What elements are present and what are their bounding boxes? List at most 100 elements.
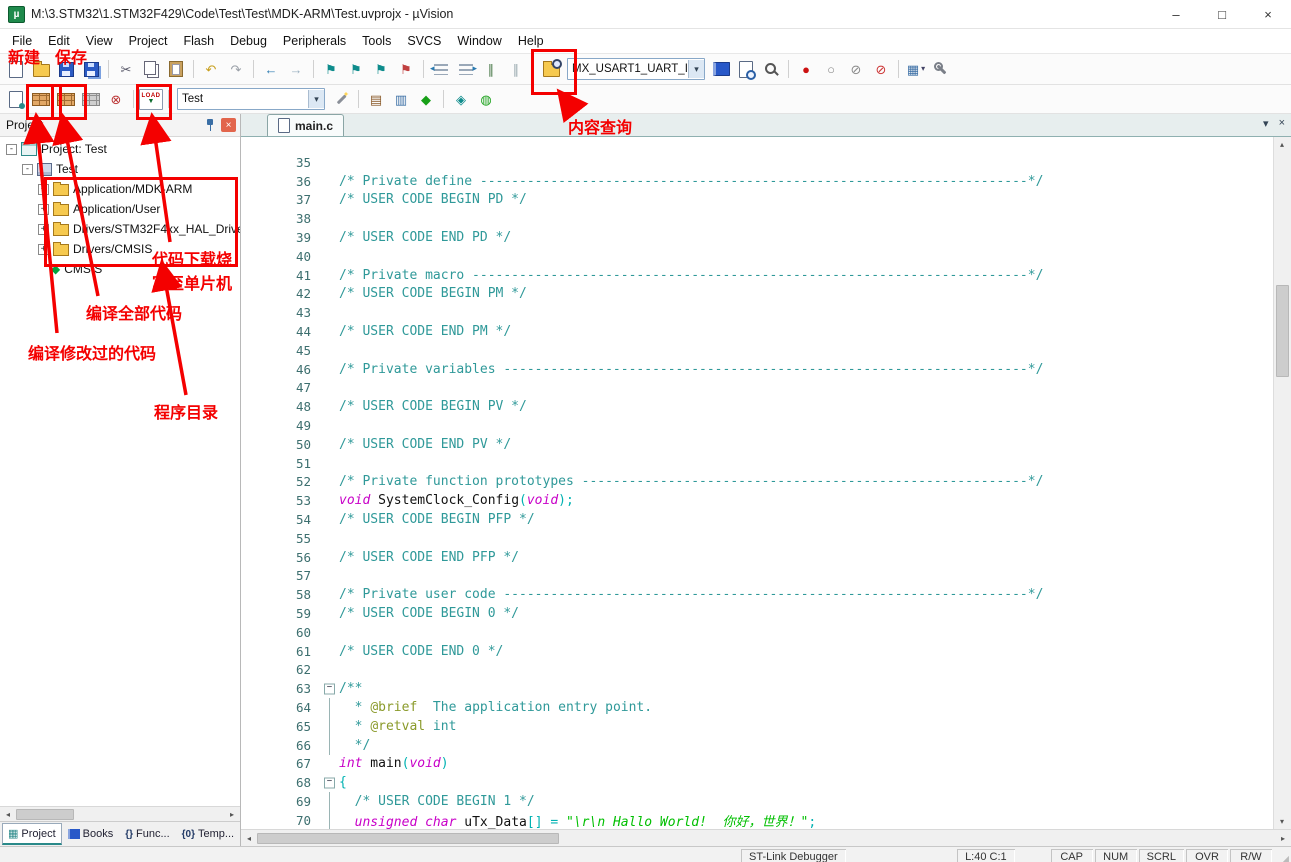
options-for-target-icon[interactable] (329, 87, 353, 111)
browse-symbols-icon[interactable] (709, 57, 733, 81)
menu-view[interactable]: View (78, 31, 121, 51)
unindent-icon[interactable] (429, 57, 453, 81)
save-all-icon[interactable] (79, 57, 103, 81)
target-select[interactable]: Test ▾ (177, 88, 325, 110)
vscroll-thumb[interactable] (1276, 285, 1289, 377)
tree-row-application-user[interactable]: + Application/User (0, 199, 240, 219)
hscroll-thumb[interactable] (16, 808, 74, 820)
menu-project[interactable]: Project (121, 31, 176, 51)
manage-rte-icon[interactable]: ◆ (414, 87, 438, 111)
translate-file-icon[interactable] (4, 87, 28, 111)
editor-vscrollbar[interactable]: ▴ ▾ (1273, 137, 1291, 829)
tree-expander-icon[interactable]: + (38, 243, 49, 255)
cut-icon[interactable]: ✂ (114, 57, 138, 81)
editor-hscrollbar[interactable]: ◂ ▸ (241, 829, 1291, 846)
find-in-page-icon[interactable] (734, 57, 758, 81)
code-area[interactable]: 35 36 /* Private define ------------------… (241, 137, 1291, 829)
kill-all-breakpoints-icon[interactable]: ⊘ (869, 57, 893, 81)
minimize-button[interactable]: – (1153, 0, 1199, 28)
scroll-right-icon[interactable]: ▸ (1275, 830, 1291, 846)
hscroll-thumb[interactable] (257, 832, 559, 844)
tree-row-application-mdk-arm[interactable]: + Application/MDK-ARM (0, 179, 240, 199)
fold-margin (323, 416, 337, 435)
tab-list-chevron-icon[interactable]: ▾ (1263, 117, 1269, 130)
menu-window[interactable]: Window (449, 31, 509, 51)
scroll-right-icon[interactable]: ▸ (224, 807, 240, 821)
bookmark-clear-all-icon[interactable]: ⚑ (394, 57, 418, 81)
disable-all-breakpoints-icon[interactable]: ⊘ (844, 57, 868, 81)
tree-row-drivers-cmsis[interactable]: + Drivers/CMSIS (0, 239, 240, 259)
file-extensions-icon[interactable]: ▤ (364, 87, 388, 111)
insert-breakpoint-icon[interactable]: ● (794, 57, 818, 81)
tree-expander-icon[interactable]: + (38, 203, 49, 215)
tree-row-drivers-hal[interactable]: + Drivers/STM32F4xx_HAL_Driver (0, 219, 240, 239)
bookmark-previous-icon[interactable]: ⚑ (344, 57, 368, 81)
scroll-left-icon[interactable]: ◂ (0, 807, 16, 821)
copy-icon[interactable] (139, 57, 163, 81)
panel-tab-books[interactable]: Books (62, 824, 120, 844)
pin-icon[interactable] (205, 118, 215, 132)
panel-tab-temp[interactable]: {0} Temp... (176, 824, 240, 844)
menu-help[interactable]: Help (510, 31, 552, 51)
menu-svcs[interactable]: SVCS (399, 31, 449, 51)
manage-project-items-icon[interactable]: ▥ (389, 87, 413, 111)
function-select[interactable]: MX_USART1_UART_Init ▾ (567, 58, 705, 80)
tree-expander-icon[interactable]: - (6, 143, 17, 155)
tree-row-cmsis[interactable]: ◆ CMSIS (0, 259, 240, 279)
project-panel-hscrollbar[interactable]: ◂ ▸ (0, 806, 240, 821)
tree-row-project-root[interactable]: - Project: Test (0, 139, 240, 159)
indent-icon[interactable] (454, 57, 478, 81)
menu-debug[interactable]: Debug (222, 31, 275, 51)
bookmark-toggle-icon[interactable]: ⚑ (319, 57, 343, 81)
panel-tab-func[interactable]: {} Func... (119, 824, 175, 844)
navigate-back-icon[interactable]: ← (259, 57, 283, 81)
open-file-icon[interactable] (29, 57, 53, 81)
find-icon[interactable] (759, 57, 783, 81)
new-file-icon[interactable] (4, 57, 28, 81)
software-packs-icon[interactable]: ◍ (474, 87, 498, 111)
tree-row-target-test[interactable]: - Test (0, 159, 240, 179)
fold-toggle-icon[interactable]: − (324, 683, 335, 695)
uncomment-selection-icon[interactable]: ∥ (504, 57, 528, 81)
scroll-down-icon[interactable]: ▾ (1274, 814, 1290, 829)
scroll-up-icon[interactable]: ▴ (1274, 137, 1290, 152)
navigate-forward-icon[interactable]: → (284, 57, 308, 81)
save-icon[interactable] (54, 57, 78, 81)
tree-expander-icon[interactable]: + (38, 183, 49, 195)
bookmark-next-icon[interactable]: ⚑ (369, 57, 393, 81)
pack-installer-icon[interactable]: ◈ (449, 87, 473, 111)
build-icon[interactable] (29, 87, 53, 111)
maximize-button[interactable]: □ (1199, 0, 1245, 28)
scroll-left-icon[interactable]: ◂ (241, 830, 257, 846)
tree-expander-icon[interactable]: + (38, 223, 49, 235)
comment-selection-icon[interactable]: ∥ (479, 57, 503, 81)
menu-edit[interactable]: Edit (40, 31, 78, 51)
menu-file[interactable]: File (4, 31, 40, 51)
tab-main-c[interactable]: main.c (267, 114, 345, 136)
find-in-files-icon[interactable] (539, 57, 563, 81)
tab-close-icon[interactable]: × (1279, 117, 1285, 130)
menu-peripherals[interactable]: Peripherals (275, 31, 354, 51)
menu-flash[interactable]: Flash (175, 31, 222, 51)
stop-build-icon[interactable]: ⊗ (104, 87, 128, 111)
redo-icon[interactable]: ↷ (224, 57, 248, 81)
menu-tools[interactable]: Tools (354, 31, 399, 51)
fold-toggle-icon[interactable]: − (324, 777, 335, 789)
target-select-chevron-icon[interactable]: ▾ (308, 90, 324, 108)
window-layout-icon[interactable]: ▦ ▾ (904, 57, 928, 81)
resize-grip-icon[interactable]: ◢ (1273, 847, 1291, 862)
undo-icon[interactable]: ↶ (199, 57, 223, 81)
function-select-chevron-icon[interactable]: ▾ (688, 60, 704, 78)
enable-disable-breakpoint-icon[interactable]: ○ (819, 57, 843, 81)
code-text: * @brief The application entry point. (337, 700, 652, 715)
panel-tab-project[interactable]: ▦ Project (2, 823, 62, 845)
close-button[interactable]: × (1245, 0, 1291, 28)
tree-expander-icon[interactable]: - (22, 163, 33, 175)
download-icon[interactable]: LOAD ▼ (139, 87, 163, 111)
project-panel-close-icon[interactable]: × (221, 118, 236, 132)
rebuild-all-icon[interactable] (54, 87, 78, 111)
configure-icon[interactable] (929, 57, 953, 81)
batch-build-icon[interactable] (79, 87, 103, 111)
paste-icon[interactable] (164, 57, 188, 81)
status-flag-ovr: OVR (1186, 849, 1228, 862)
